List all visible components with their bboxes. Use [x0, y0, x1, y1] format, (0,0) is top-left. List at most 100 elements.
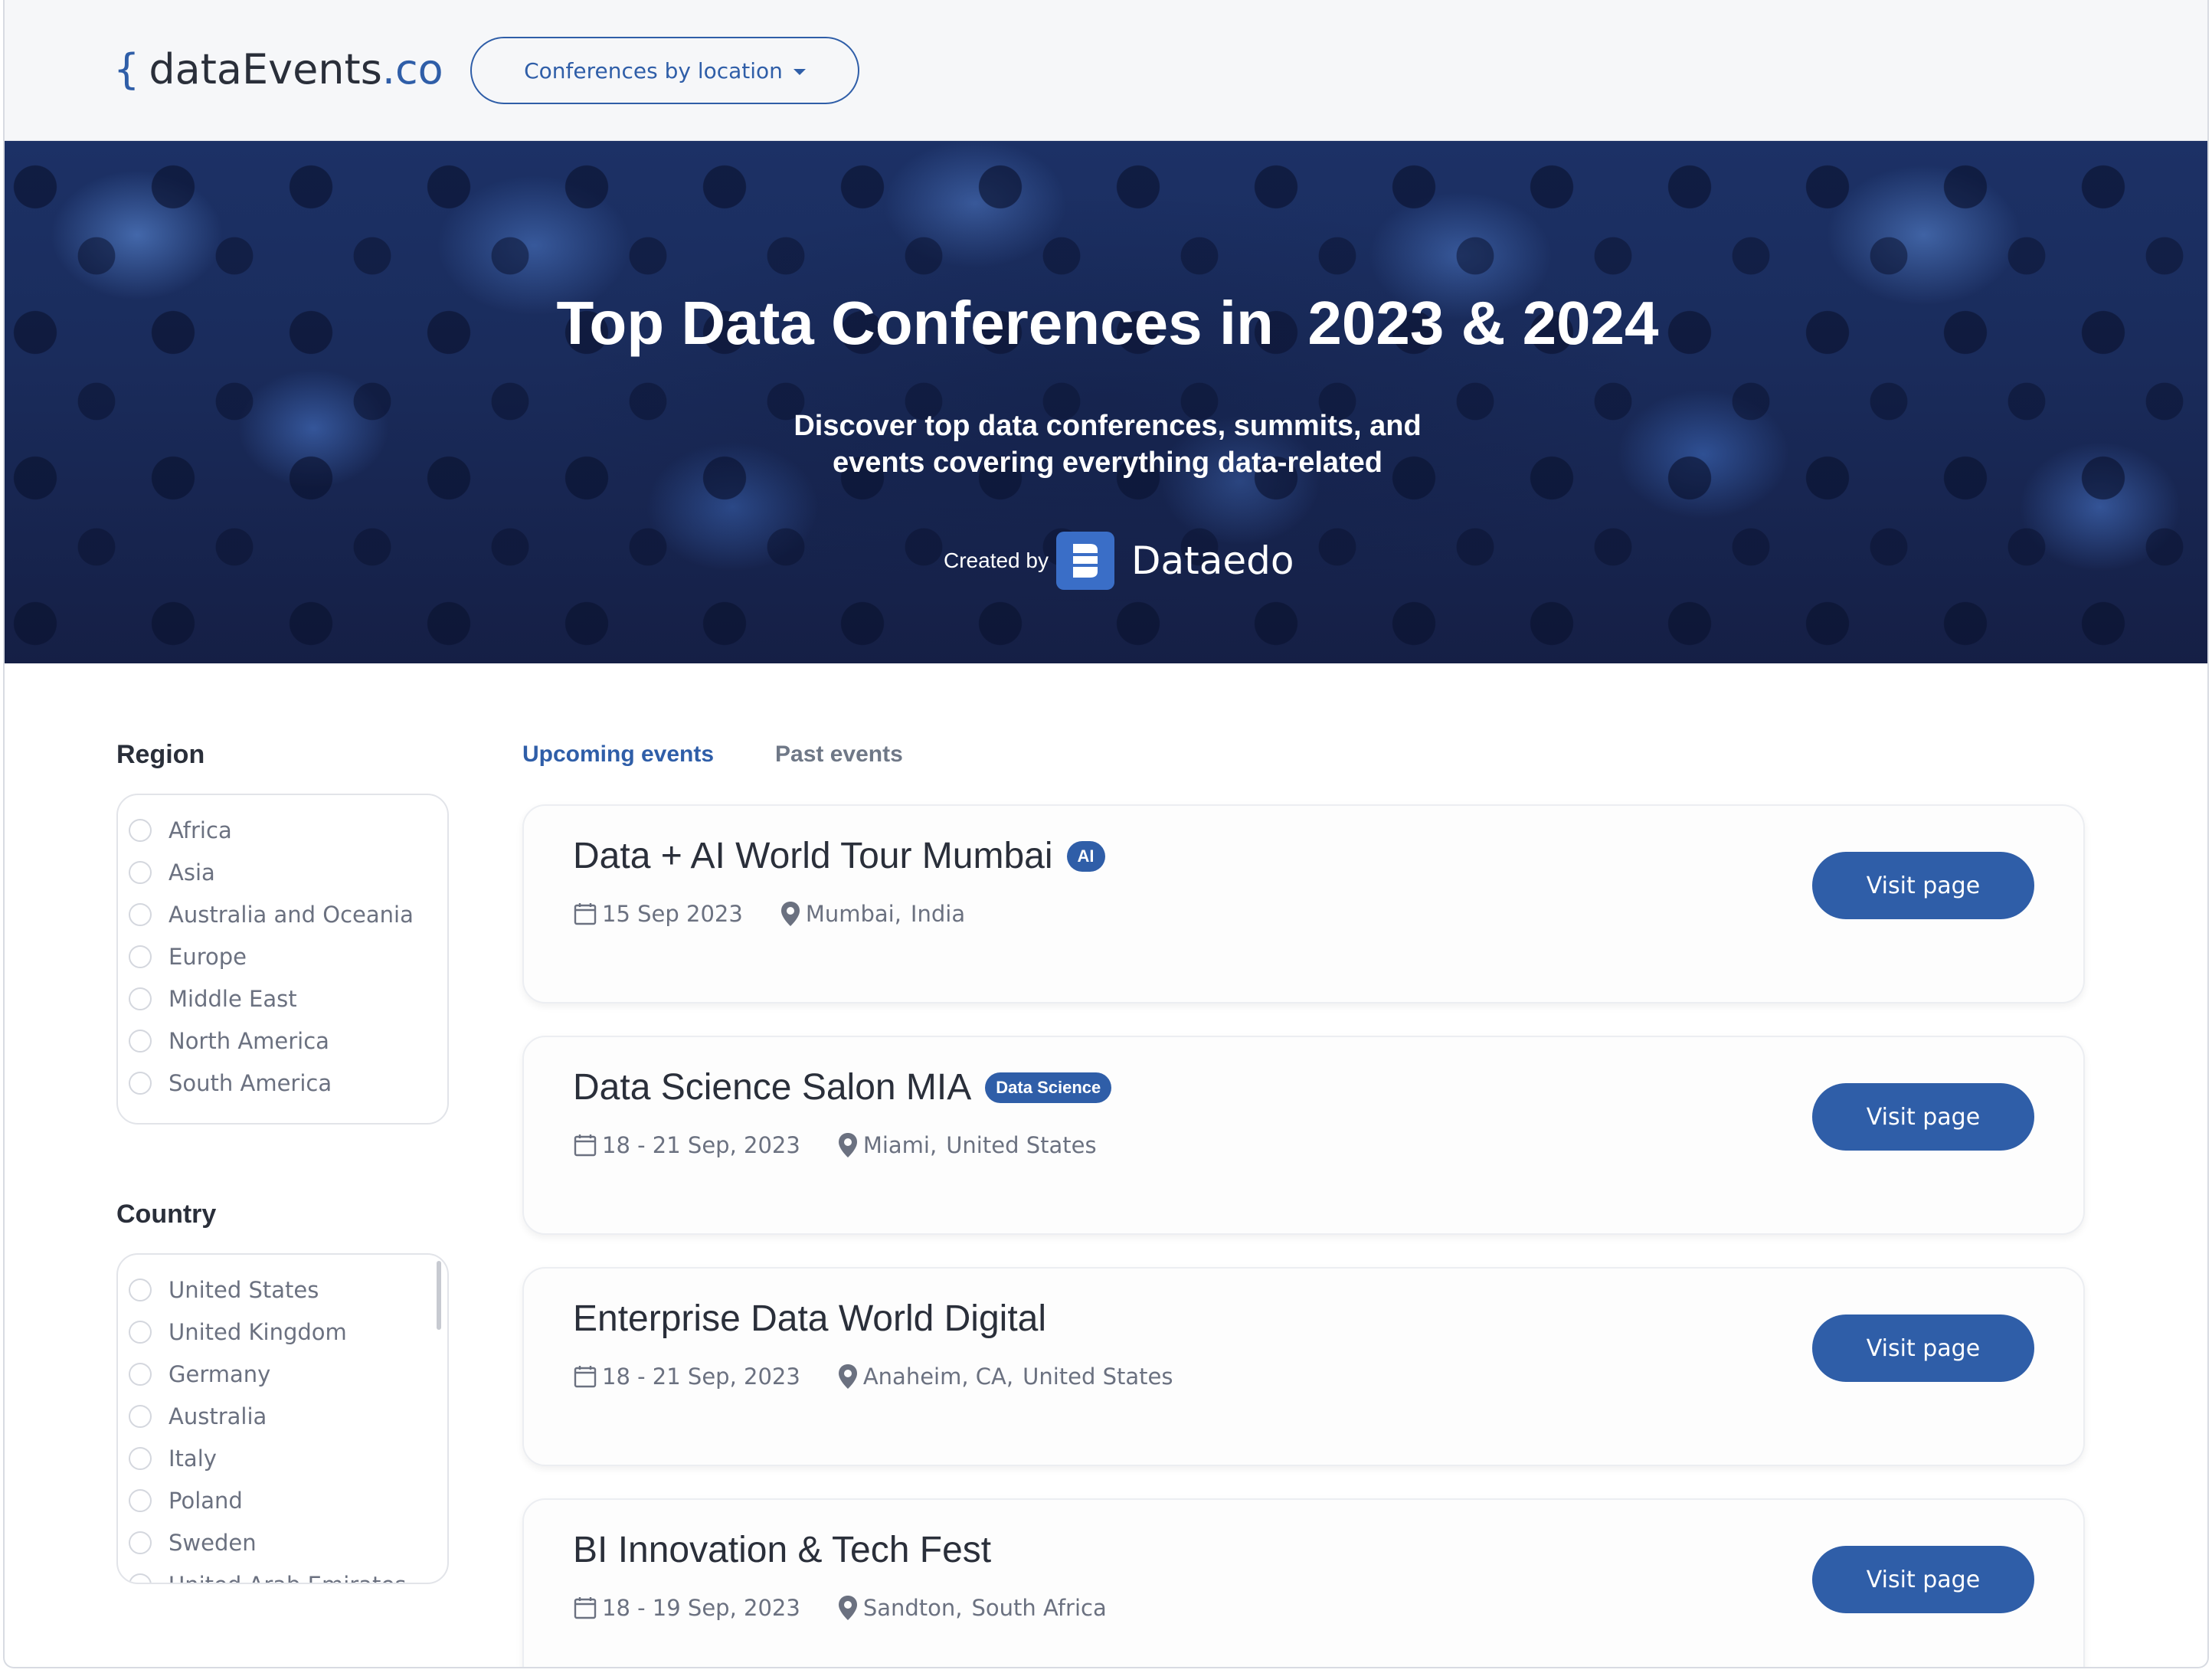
page-frame: {dataEvents.co Conferences by location T…: [3, 0, 2209, 1668]
filter-option[interactable]: Poland: [118, 1479, 447, 1521]
hero-title: Top Data Conferences in 2023 & 2024: [556, 289, 1659, 357]
filter-option[interactable]: Europe: [118, 935, 447, 977]
filter-option-label: South America: [169, 1069, 332, 1096]
radio-button[interactable]: [129, 987, 152, 1010]
event-title-row: Data + AI World Tour Mumbai AI: [573, 835, 1105, 877]
radio-button[interactable]: [129, 1071, 152, 1095]
event-card: Data Science Salon MIA Data Science 18 - 2…: [522, 1036, 2085, 1235]
event-country: South Africa: [971, 1595, 1107, 1621]
radio-button[interactable]: [129, 902, 152, 926]
filter-option[interactable]: Italy: [118, 1437, 447, 1479]
radio-button[interactable]: [129, 860, 152, 884]
event-category-badge: AI: [1066, 840, 1105, 872]
filter-option[interactable]: Asia: [118, 851, 447, 893]
filter-option-label: Middle East: [169, 985, 297, 1012]
radio-button[interactable]: [129, 1320, 152, 1344]
region-filter-title: Region: [116, 740, 205, 769]
filter-option[interactable]: Sweden: [118, 1521, 447, 1563]
filter-option[interactable]: Middle East: [118, 977, 447, 1020]
calendar-icon: [573, 1596, 597, 1620]
top-navbar: {dataEvents.co Conferences by location: [5, 0, 2207, 141]
visit-page-button[interactable]: Visit page: [1812, 1083, 2034, 1151]
event-meta: 15 Sep 2023 Mumbai, India: [573, 901, 965, 927]
dataedo-brand: Dataedo: [1131, 539, 1294, 583]
event-card: Enterprise Data World Digital 18 - 21 Sep…: [522, 1267, 2085, 1466]
event-city: Anaheim, CA,: [862, 1364, 1014, 1390]
filter-option-label: Germany: [169, 1360, 271, 1387]
logo-brace: {: [113, 45, 140, 93]
visit-page-button[interactable]: Visit page: [1812, 1546, 2034, 1613]
hero-subtitle: Discover top data conferences, summits, …: [725, 408, 1490, 481]
filter-option[interactable]: United Kingdom: [118, 1311, 447, 1353]
hero-subtitle-line2: events covering everything data-related: [832, 447, 1383, 479]
filter-option-label: Italy: [169, 1445, 217, 1472]
radio-button[interactable]: [129, 1278, 152, 1301]
filter-option-label: Poland: [169, 1487, 243, 1514]
radio-button[interactable]: [129, 945, 152, 968]
filter-option[interactable]: Australia and Oceania: [118, 893, 447, 935]
filter-option-label: Sweden: [169, 1529, 257, 1556]
chevron-down-icon: [793, 69, 806, 75]
hero-subtitle-line1: Discover top data conferences, summits, …: [794, 410, 1422, 442]
filter-option[interactable]: United Arab Emirates: [118, 1563, 447, 1583]
radio-button[interactable]: [129, 1488, 152, 1512]
radio-button[interactable]: [129, 1404, 152, 1428]
map-pin-icon: [780, 901, 801, 927]
filter-option[interactable]: Germany: [118, 1353, 447, 1395]
visit-page-label: Visit page: [1866, 1334, 1981, 1362]
map-pin-icon: [837, 1595, 859, 1621]
filter-option[interactable]: South America: [118, 1062, 447, 1104]
created-by[interactable]: Created by Dataedo: [944, 532, 1294, 590]
event-meta: 18 - 19 Sep, 2023 Sandton, South Africa: [573, 1595, 1107, 1621]
filter-option[interactable]: Africa: [118, 809, 447, 851]
filter-option[interactable]: North America: [118, 1020, 447, 1062]
filter-option-label: United States: [169, 1276, 319, 1303]
radio-button[interactable]: [129, 1531, 152, 1554]
filter-option-label: Australia: [169, 1403, 267, 1429]
event-title[interactable]: Data + AI World Tour Mumbai: [573, 835, 1053, 877]
event-country: India: [910, 901, 966, 927]
country-list-scrollbar[interactable]: [437, 1261, 441, 1330]
filter-option[interactable]: United States: [118, 1269, 447, 1311]
filter-option-label: Africa: [169, 817, 232, 843]
radio-button[interactable]: [129, 1446, 152, 1470]
event-title-row: Enterprise Data World Digital: [573, 1298, 1046, 1340]
tab-past-events[interactable]: Past events: [775, 742, 903, 768]
filter-option[interactable]: Australia: [118, 1395, 447, 1437]
radio-button[interactable]: [129, 1362, 152, 1386]
visit-page-button[interactable]: Visit page: [1812, 852, 2034, 919]
tab-upcoming-events[interactable]: Upcoming events: [522, 742, 714, 768]
event-city: Sandton,: [862, 1595, 963, 1621]
visit-page-button[interactable]: Visit page: [1812, 1314, 2034, 1382]
region-filter-list: Africa Asia Australia and Oceania Europe Mid…: [116, 794, 449, 1125]
site-logo[interactable]: {dataEvents.co: [113, 43, 443, 97]
dataedo-logo-icon: [1055, 532, 1114, 590]
event-city: Miami,: [862, 1132, 937, 1158]
event-title[interactable]: BI Innovation & Tech Fest: [573, 1529, 991, 1571]
visit-page-label: Visit page: [1866, 1566, 1981, 1593]
event-title[interactable]: Enterprise Data World Digital: [573, 1298, 1046, 1340]
event-title[interactable]: Data Science Salon MIA: [573, 1066, 971, 1108]
event-city: Mumbai,: [805, 901, 901, 927]
location-dropdown-label: Conferences by location: [524, 57, 783, 83]
logo-name: dataEvents: [149, 45, 382, 93]
radio-button[interactable]: [129, 1573, 152, 1583]
visit-page-label: Visit page: [1866, 872, 1981, 899]
filter-option-label: North America: [169, 1027, 329, 1054]
event-date: 15 Sep 2023: [602, 901, 743, 927]
calendar-icon: [573, 1364, 597, 1389]
calendar-icon: [573, 1133, 597, 1157]
calendar-icon: [573, 902, 597, 926]
event-title-row: BI Innovation & Tech Fest: [573, 1529, 991, 1571]
radio-button[interactable]: [129, 1029, 152, 1053]
country-filter-title: Country: [116, 1200, 217, 1229]
conferences-by-location-dropdown[interactable]: Conferences by location: [470, 37, 859, 104]
event-category-badge: Data Science: [985, 1072, 1112, 1103]
event-country: United States: [946, 1132, 1097, 1158]
filter-option-label: United Arab Emirates: [169, 1572, 406, 1583]
country-filter-list[interactable]: United States United Kingdom Germany Austra…: [116, 1253, 449, 1584]
map-pin-icon: [837, 1364, 859, 1390]
radio-button[interactable]: [129, 818, 152, 842]
filter-option-label: Australia and Oceania: [169, 901, 414, 928]
map-pin-icon: [837, 1132, 859, 1158]
